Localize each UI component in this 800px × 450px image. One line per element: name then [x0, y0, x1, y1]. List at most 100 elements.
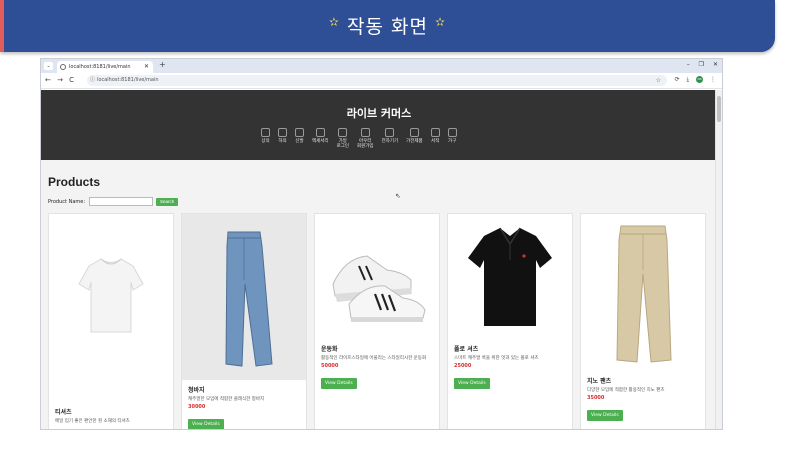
url-field[interactable]: ⓘ localhost:8181/live/main ☆ — [87, 75, 667, 86]
category-label: 하의 — [278, 139, 287, 144]
slide-title-text: 작동 화면 — [347, 16, 428, 38]
product-price: 30000 — [188, 404, 206, 410]
product-card[interactable]: 운동화 활동적인 라이프스타일에 어울리는 스타일리시한 운동화 50000 V… — [314, 213, 440, 429]
page-scrollbar[interactable] — [715, 90, 722, 429]
star-icon: ✫ — [328, 15, 340, 29]
search-row: Product Name: Search — [48, 197, 708, 206]
category-label: 아우터 회원가입 — [356, 139, 374, 149]
card-body: 운동화 활동적인 라이프스타일에 어울리는 스타일리시한 운동화 50000 V… — [321, 344, 433, 389]
product-price: 25000 — [454, 363, 472, 369]
product-name: 청바지 — [188, 387, 205, 394]
category-nav-item[interactable]: 액세서리 — [312, 128, 329, 149]
search-button[interactable]: Search — [156, 197, 179, 206]
category-icon — [385, 128, 395, 137]
chino-pants-image — [581, 214, 705, 370]
product-name: 운동화 — [321, 346, 338, 353]
product-name: 폴로 셔츠 — [454, 346, 479, 353]
card-body: 청바지 캐주얼한 모임에 적합한 클래식한 청바지 30000 View Det… — [188, 385, 300, 429]
category-icon — [261, 128, 270, 137]
category-icon — [409, 128, 419, 137]
browser-tab[interactable]: localhost:8181/live/main ✕ — [57, 61, 153, 73]
globe-icon — [60, 64, 66, 70]
category-label: 신발 — [295, 139, 304, 144]
window-controls[interactable]: – ❐ ✕ — [687, 61, 718, 68]
view-details-button[interactable]: View Details — [188, 419, 224, 429]
category-label: 액세서리 — [312, 139, 329, 144]
address-bar: ← → C ⓘ localhost:8181/live/main ☆ ⟳ ⤓ N… — [41, 73, 722, 89]
category-nav-item[interactable]: 상의 — [261, 128, 270, 149]
category-nav: 상의 하의 신발 액세서리 가방 로그인 아우터 회원가입 전자기기 가전제품 서적 가구 — [261, 128, 457, 149]
product-description: 다양한 모임에 적합한 활용적인 치노 팬츠 — [587, 388, 665, 393]
view-details-button[interactable]: View Details — [321, 378, 357, 389]
url-text: localhost:8181/live/main — [97, 77, 159, 83]
tshirt-image — [49, 214, 173, 386]
new-tab-button[interactable]: + — [159, 60, 166, 69]
close-tab-icon[interactable]: ✕ — [144, 61, 149, 73]
profile-avatar[interactable]: NS — [696, 76, 704, 83]
product-price: 50000 — [321, 363, 339, 369]
category-label: 상의 — [261, 139, 270, 144]
scrollbar-thumb[interactable] — [717, 96, 721, 122]
category-nav-item[interactable]: 가구 — [447, 128, 457, 149]
category-icon — [295, 128, 304, 137]
product-price: 35000 — [587, 395, 605, 401]
polo-shirt-image — [448, 214, 572, 338]
category-nav-item[interactable]: 서적 — [430, 128, 440, 149]
product-description: 스마트 캐주얼 룩을 위한 멋과 있는 폴로 셔츠 — [454, 356, 539, 361]
navigation-buttons[interactable]: ← → C — [45, 76, 74, 84]
card-body: 티셔츠 매일 입기 좋은 편안한 흰 소재의 티셔츠 — [55, 407, 167, 424]
mouse-cursor-icon: ⇖ — [395, 192, 401, 200]
product-name: 치노 팬츠 — [587, 378, 612, 385]
bookmark-star-icon[interactable]: ☆ — [656, 75, 661, 86]
product-card[interactable]: 폴로 셔츠 스마트 캐주얼 룩을 위한 멋과 있는 폴로 셔츠 25000 Vi… — [447, 213, 573, 429]
site-title: 라이브 커머스 — [346, 107, 412, 120]
product-description: 매일 입기 좋은 편안한 흰 소재의 티셔츠 — [55, 419, 130, 424]
browser-menu-icon[interactable]: ⋮ — [710, 76, 716, 83]
tab-title: localhost:8181/live/main — [69, 64, 131, 70]
product-card[interactable]: 티셔츠 매일 입기 좋은 편안한 흰 소재의 티셔츠 — [48, 213, 174, 429]
page-viewport: 라이브 커머스 상의 하의 신발 액세서리 가방 로그인 아우터 회원가입 전자기기 가전제품… — [41, 90, 717, 429]
category-nav-item[interactable]: 아우터 회원가입 — [357, 128, 374, 149]
product-name: 티셔츠 — [55, 409, 72, 416]
card-body: 치노 팬츠 다양한 모임에 적합한 활용적인 치노 팬츠 35000 View … — [587, 376, 699, 421]
products-section: Products Product Name: Search 티셔츠 매일 입기 — [48, 175, 708, 429]
category-nav-item[interactable]: 하의 — [278, 128, 287, 149]
category-icon — [338, 128, 348, 137]
browser-window: ⌄ localhost:8181/live/main ✕ + – ❐ ✕ ← →… — [40, 58, 723, 430]
category-icon — [315, 128, 325, 137]
category-label: 가전제품 — [406, 139, 423, 144]
category-nav-item[interactable]: 전자기기 — [381, 128, 399, 149]
category-icon — [430, 128, 440, 137]
product-card[interactable]: 치노 팬츠 다양한 모임에 적합한 활용적인 치노 팬츠 35000 View … — [580, 213, 706, 429]
category-label: 가방 로그인 — [336, 139, 349, 149]
star-icon: ✫ — [435, 15, 447, 29]
category-nav-item[interactable]: 신발 — [295, 128, 304, 149]
category-label: 가구 — [448, 139, 457, 144]
category-icon — [447, 128, 457, 137]
card-body: 폴로 셔츠 스마트 캐주얼 룩을 위한 멋과 있는 폴로 셔츠 25000 Vi… — [454, 344, 566, 389]
toolbar-icons[interactable]: ⟳ ⤓ — [675, 76, 690, 83]
product-description: 활동적인 라이프스타일에 어울리는 스타일리시한 운동화 — [321, 356, 427, 361]
browser-tools: ⟳ ⤓ NS ⋮ — [675, 76, 716, 84]
slide-title: ✫ 작동 화면 ✫ — [0, 12, 775, 39]
slide-banner: ✫ 작동 화면 ✫ — [0, 0, 775, 52]
view-details-button[interactable]: View Details — [454, 378, 490, 389]
info-icon[interactable]: ⓘ — [90, 75, 95, 86]
tab-bar: ⌄ localhost:8181/live/main ✕ + – ❐ ✕ — [41, 59, 722, 73]
category-label: 전자기기 — [381, 139, 399, 144]
category-label: 서적 — [431, 139, 440, 144]
category-icon — [278, 128, 287, 137]
product-description: 캐주얼한 모임에 적합한 클래식한 청바지 — [188, 397, 265, 402]
search-label: Product Name: — [48, 198, 86, 205]
tab-search-button[interactable]: ⌄ — [44, 62, 53, 70]
category-nav-item[interactable]: 가전제품 — [406, 128, 423, 149]
product-name-input[interactable] — [89, 197, 154, 206]
site-header: 라이브 커머스 상의 하의 신발 액세서리 가방 로그인 아우터 회원가입 전자기기 가전제품… — [41, 90, 717, 160]
product-grid: 티셔츠 매일 입기 좋은 편안한 흰 소재의 티셔츠 청바지 캐주얼한 모임에 — [48, 213, 713, 429]
view-details-button[interactable]: View Details — [587, 410, 623, 421]
category-icon — [360, 128, 370, 137]
product-card[interactable]: 청바지 캐주얼한 모임에 적합한 클래식한 청바지 30000 View Det… — [181, 213, 307, 429]
jeans-image — [182, 214, 306, 380]
sneakers-image — [315, 214, 439, 338]
category-nav-item[interactable]: 가방 로그인 — [337, 128, 349, 149]
